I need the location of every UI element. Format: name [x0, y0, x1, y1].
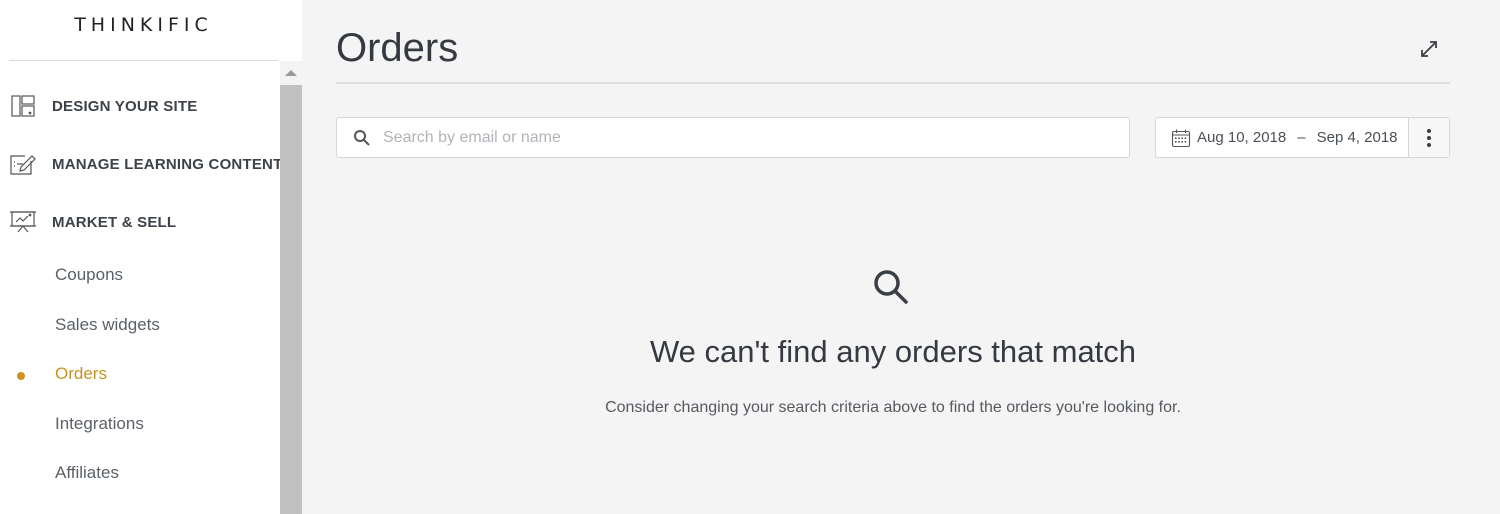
layout-icon	[9, 93, 37, 119]
logo[interactable]: THINKIFIC	[0, 14, 287, 36]
divider	[9, 60, 278, 61]
date-range-picker: Aug 10, 2018 – Sep 4, 2018	[1155, 117, 1450, 158]
sidebar-item-orders[interactable]: Orders	[55, 364, 107, 384]
search-icon	[874, 270, 908, 304]
page-title: Orders	[336, 26, 459, 70]
app: THINKIFIC DESIGN YOUR SITE MANAGE LEARNI…	[0, 0, 1500, 514]
end-date: Sep 4, 2018	[1316, 129, 1398, 146]
divider	[336, 82, 1450, 84]
sidebar-item-coupons[interactable]: Coupons	[55, 265, 123, 285]
start-date: Aug 10, 2018	[1197, 129, 1287, 146]
search-icon	[354, 130, 370, 146]
nav-section-market-and-sell[interactable]: MARKET & SELL	[9, 207, 176, 237]
expand-button[interactable]	[1417, 37, 1441, 61]
arrow-up-icon	[285, 70, 297, 76]
sidebar-item-sales-widgets[interactable]: Sales widgets	[55, 315, 160, 335]
main-content: Orders Search by email or name Aug 10, 2…	[302, 0, 1500, 514]
nav-section-manage-learning-content[interactable]: MANAGE LEARNING CONTENT	[9, 149, 282, 179]
date-separator: –	[1297, 129, 1306, 146]
sidebar-scrollbar-thumb[interactable]	[280, 85, 302, 514]
nav-section-label: DESIGN YOUR SITE	[52, 97, 198, 115]
presentation-chart-icon	[9, 209, 37, 235]
kebab-menu-icon	[1427, 127, 1431, 148]
empty-state-message: Consider changing your search criteria a…	[605, 399, 1181, 416]
sidebar: THINKIFIC DESIGN YOUR SITE MANAGE LEARNI…	[0, 0, 302, 514]
calendar-icon	[1171, 129, 1191, 147]
sidebar-item-affiliates[interactable]: Affiliates	[55, 463, 119, 483]
active-indicator-dot	[17, 372, 25, 380]
sidebar-item-integrations[interactable]: Integrations	[55, 414, 144, 434]
expand-icon	[1421, 41, 1437, 57]
nav-section-label: MANAGE LEARNING CONTENT	[52, 155, 283, 173]
scroll-up-button[interactable]	[280, 61, 302, 85]
nav-section-label: MARKET & SELL	[52, 213, 177, 231]
search-input[interactable]	[383, 118, 1113, 157]
edit-content-icon	[9, 151, 37, 177]
nav-section-design-your-site[interactable]: DESIGN YOUR SITE	[9, 91, 197, 121]
empty-state-title: We can't find any orders that match	[649, 334, 1137, 369]
date-range-button[interactable]: Aug 10, 2018 – Sep 4, 2018	[1156, 118, 1408, 157]
search-field[interactable]	[336, 117, 1130, 158]
more-options-button[interactable]	[1408, 118, 1449, 157]
